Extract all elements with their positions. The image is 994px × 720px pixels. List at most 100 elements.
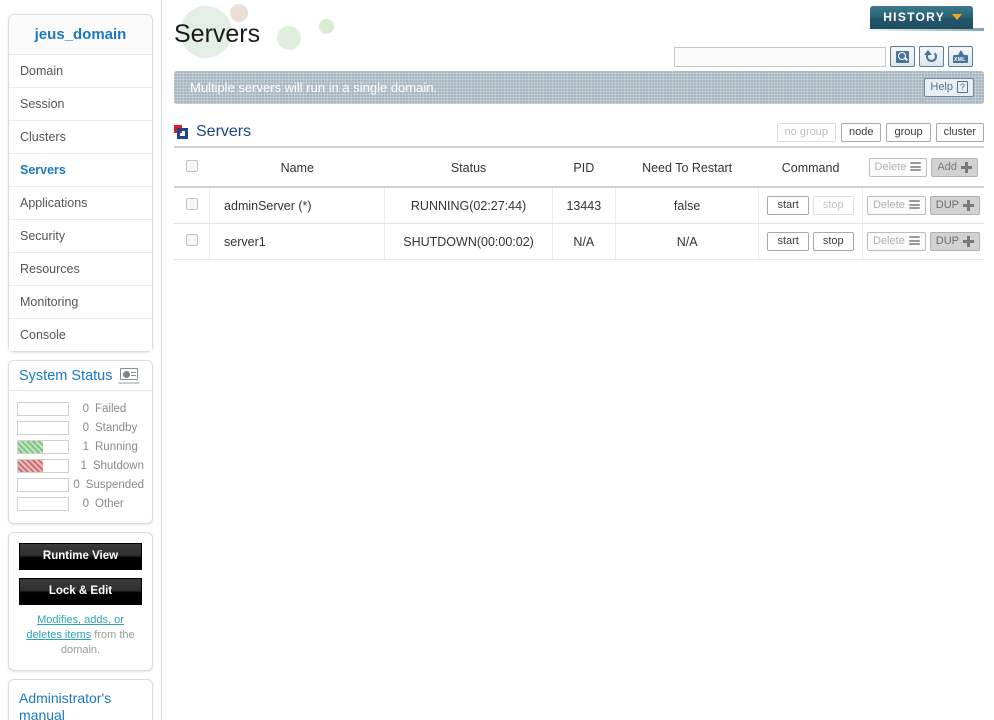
- sidebar-item-monitoring[interactable]: Monitoring: [9, 286, 152, 319]
- group-filter-cluster[interactable]: cluster: [935, 122, 984, 142]
- search-input[interactable]: [674, 46, 886, 67]
- help-label: Help: [930, 81, 953, 93]
- status-bar: [17, 458, 69, 473]
- add-label: Add: [937, 161, 957, 173]
- select-all-checkbox[interactable]: [185, 160, 198, 172]
- status-bar: [17, 477, 69, 492]
- status-bar: [17, 439, 69, 454]
- status-row-shutdown: 1 Shutdown: [17, 456, 144, 475]
- cell-name: adminServer (*): [209, 187, 386, 224]
- status-count: 1: [80, 459, 87, 472]
- search-icon[interactable]: [890, 46, 915, 67]
- sidebar: jeus_domain Domain Session Clusters Serv…: [0, 0, 162, 720]
- search-row: XML: [674, 46, 973, 67]
- notice-bar: Multiple servers will run in a single do…: [174, 71, 984, 104]
- table-header-row: Name Status PID Need To Restart Command …: [174, 150, 984, 188]
- chevron-down-icon: [952, 14, 962, 20]
- section-title-group: Servers: [174, 123, 251, 141]
- cell-command: start stop: [758, 187, 863, 224]
- app-root: jeus_domain Domain Session Clusters Serv…: [0, 0, 994, 720]
- table-header-actions: Delete Add: [862, 150, 984, 188]
- plus-icon: [962, 199, 974, 211]
- group-filter-group[interactable]: group: [886, 122, 931, 142]
- group-filter-buttons: no group node group cluster: [776, 122, 984, 142]
- refresh-icon[interactable]: [919, 46, 944, 67]
- group-filter-node[interactable]: node: [840, 122, 882, 142]
- add-server-button[interactable]: Add: [931, 158, 978, 177]
- column-header-pid: PID: [552, 150, 616, 188]
- stack-icon: [910, 162, 922, 172]
- servers-table-wrapper: Name Status PID Need To Restart Command …: [174, 150, 984, 260]
- status-count: 0: [73, 478, 80, 491]
- plus-icon: [960, 161, 972, 173]
- domain-title: jeus_domain: [9, 15, 152, 55]
- cell-actions: Delete DUP: [862, 223, 984, 260]
- xml-export-icon[interactable]: XML: [948, 46, 973, 67]
- delete-label: Delete: [872, 199, 905, 211]
- delete-label: Delete: [872, 235, 905, 247]
- start-button[interactable]: start: [767, 196, 809, 215]
- history-label: HISTORY: [883, 10, 945, 24]
- action-panel: Runtime View Lock & Edit Modifies, adds,…: [8, 532, 153, 671]
- duplicate-row-button[interactable]: DUP: [929, 232, 980, 251]
- row-select-cell: [174, 223, 211, 260]
- lock-and-edit-button[interactable]: Lock & Edit: [19, 578, 142, 605]
- column-header-command: Command: [758, 150, 863, 188]
- column-header-status: Status: [384, 150, 553, 188]
- decorative-circle: [277, 26, 301, 50]
- sidebar-nav: Domain Session Clusters Servers Applicat…: [9, 55, 152, 351]
- group-filter-no-group[interactable]: no group: [776, 122, 836, 142]
- cell-status: RUNNING(02:27:44): [384, 187, 553, 224]
- servers-table: Name Status PID Need To Restart Command …: [174, 150, 984, 260]
- status-count: 1: [82, 440, 89, 453]
- runtime-view-button[interactable]: Runtime View: [19, 543, 142, 570]
- row-select-cell: [174, 187, 211, 224]
- cell-pid: N/A: [552, 223, 617, 260]
- sidebar-item-servers[interactable]: Servers: [9, 154, 152, 187]
- delete-all-button[interactable]: Delete: [868, 158, 928, 177]
- table-body: adminServer (*) RUNNING(02:27:44) 13443 …: [174, 187, 984, 260]
- delete-row-button[interactable]: Delete: [866, 196, 926, 215]
- cell-need-to-restart: false: [615, 187, 760, 224]
- status-bar: [17, 420, 69, 435]
- manual-panel: Administrator's manual Domains Servers S…: [8, 679, 153, 720]
- sidebar-item-applications[interactable]: Applications: [9, 187, 152, 220]
- domain-panel: jeus_domain Domain Session Clusters Serv…: [8, 14, 153, 352]
- system-status-title: System Status: [19, 368, 113, 384]
- status-count: 0: [82, 497, 89, 510]
- question-mark-icon: ?: [957, 81, 968, 93]
- sidebar-item-session[interactable]: Session: [9, 88, 152, 121]
- help-button[interactable]: Help ?: [924, 78, 974, 97]
- monitor-chart-icon[interactable]: [118, 368, 141, 384]
- delete-label: Delete: [874, 161, 907, 173]
- delete-row-button[interactable]: Delete: [866, 232, 926, 251]
- dup-label: DUP: [935, 235, 959, 247]
- sidebar-item-clusters[interactable]: Clusters: [9, 121, 152, 154]
- system-status-panel: System Status 0 Failed 0 Standby 1 Runni…: [8, 360, 153, 524]
- row-checkbox[interactable]: [185, 234, 198, 246]
- sidebar-item-domain[interactable]: Domain: [9, 55, 152, 88]
- status-label: Running: [95, 440, 138, 453]
- sidebar-item-console[interactable]: Console: [9, 319, 152, 351]
- status-bar: [17, 401, 69, 416]
- sidebar-item-security[interactable]: Security: [9, 220, 152, 253]
- plus-icon: [962, 235, 974, 247]
- status-row-standby: 0 Standby: [17, 418, 144, 437]
- dup-label: DUP: [935, 199, 959, 211]
- status-label: Standby: [95, 421, 138, 434]
- row-checkbox[interactable]: [185, 198, 198, 210]
- page-title: Servers: [174, 20, 261, 48]
- start-button[interactable]: start: [767, 232, 809, 251]
- stack-icon: [908, 236, 920, 246]
- cell-command: start stop: [758, 223, 863, 260]
- cell-pid: 13443: [552, 187, 617, 224]
- decorative-circle: [319, 19, 334, 34]
- stop-button[interactable]: stop: [812, 232, 854, 251]
- stop-button[interactable]: stop: [812, 196, 854, 215]
- status-bar: [17, 496, 69, 511]
- status-label: Shutdown: [92, 459, 144, 472]
- history-button[interactable]: HISTORY: [870, 6, 973, 29]
- duplicate-row-button[interactable]: DUP: [929, 196, 980, 215]
- sidebar-item-resources[interactable]: Resources: [9, 253, 152, 286]
- status-row-other: 0 Other: [17, 494, 144, 513]
